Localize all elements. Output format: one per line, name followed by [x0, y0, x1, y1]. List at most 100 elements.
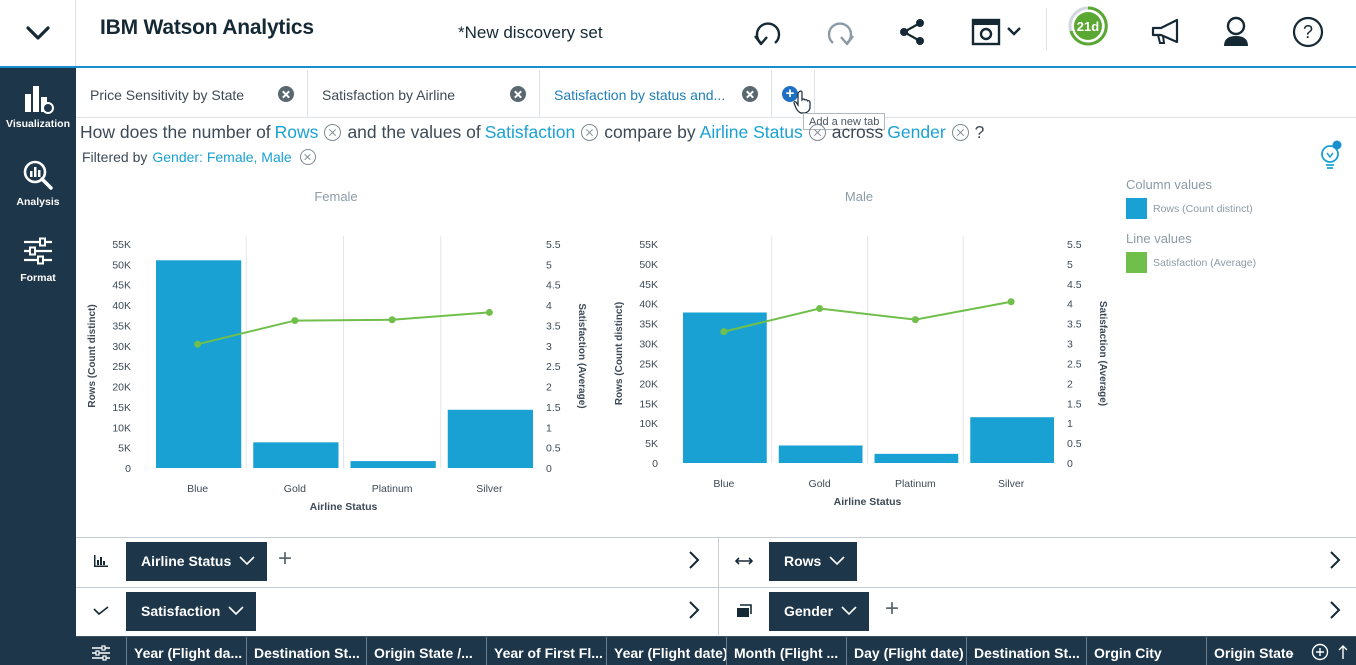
remove-filter-icon[interactable] — [299, 149, 316, 165]
collaborate-dropdown[interactable] — [964, 10, 1028, 54]
remove-airline-status-icon[interactable] — [808, 124, 826, 141]
line-point — [911, 316, 919, 324]
y2-tick-label: 2.5 — [1067, 358, 1082, 370]
data-column-item[interactable]: Origin State — [1206, 637, 1326, 665]
add-tab-button[interactable]: + — [773, 70, 815, 118]
y-tick-label: 35K — [639, 319, 658, 331]
chevron-down-icon — [228, 606, 244, 616]
rail-format[interactable]: Format — [0, 234, 76, 298]
filter-value[interactable]: Gender: Female, Male — [152, 149, 291, 165]
shelf-pill-satisfaction[interactable]: Satisfaction — [126, 592, 257, 631]
x-tick-label: Silver — [476, 483, 503, 495]
chart-bar — [350, 461, 436, 468]
y2-tick-label: 4.5 — [546, 280, 561, 292]
tab-price-sensitivity[interactable]: Price Sensitivity by State — [76, 70, 308, 118]
remove-satisfaction-icon[interactable] — [581, 124, 599, 141]
y2-tick-label: 4 — [1067, 299, 1073, 311]
line-point — [1007, 298, 1015, 306]
chart-bar — [970, 417, 1054, 463]
redo-button[interactable] — [818, 10, 862, 54]
shelf-pill-gender[interactable]: Gender — [769, 592, 870, 631]
data-column-item[interactable]: Destination St... — [966, 637, 1086, 665]
rail-visualization[interactable]: Visualization — [0, 82, 76, 146]
shelf-pill-airline-status[interactable]: Airline Status — [126, 542, 268, 581]
pill-label: Rows — [784, 553, 822, 569]
data-column-item[interactable]: Year (Flight date) — [606, 637, 726, 665]
y-tick-label: 35K — [112, 320, 131, 332]
help-button[interactable]: ? — [1286, 10, 1330, 54]
chevron-right-icon[interactable] — [1327, 549, 1343, 571]
question-text: compare by — [604, 122, 696, 142]
x-tick-label: Gold — [809, 478, 831, 490]
data-column-item[interactable]: Orgin City — [1086, 637, 1206, 665]
line-point — [194, 340, 202, 348]
shelf-pill-rows[interactable]: Rows — [769, 542, 858, 581]
question-mark: ? — [974, 122, 985, 142]
tab-close-icon[interactable] — [510, 86, 526, 102]
tab-label: Satisfaction by status and... — [554, 87, 726, 103]
tab-satisfaction-by-status[interactable]: Satisfaction by status and... — [540, 70, 772, 118]
x-tick-label: Silver — [998, 478, 1025, 490]
y-tick-label: 20K — [112, 382, 131, 394]
chevron-right-icon[interactable] — [686, 549, 702, 571]
question-keyword-satisfaction[interactable]: Satisfaction — [485, 122, 575, 143]
line-chart-icon — [92, 602, 110, 620]
data-column-item[interactable]: Day (Flight date) — [846, 637, 966, 665]
y-tick-label: 10K — [112, 422, 131, 434]
legend-bar-swatch — [1126, 198, 1147, 219]
undo-button[interactable] — [746, 10, 790, 54]
y-tick-label: 20K — [639, 378, 658, 390]
legend-column-item[interactable]: Rows (Count distinct) — [1126, 198, 1253, 219]
insights-button[interactable] — [1318, 140, 1344, 172]
scroll-up-icon[interactable] — [1338, 643, 1348, 661]
shelf-columns: Rows — [719, 537, 1356, 583]
tab-close-icon[interactable] — [278, 86, 294, 102]
question-keyword-airline-status[interactable]: Airline Status — [700, 122, 803, 143]
remove-rows-icon[interactable] — [324, 124, 342, 141]
y-tick-label: 15K — [639, 398, 658, 410]
y-tick-label: 45K — [112, 280, 131, 292]
discovery-set-title[interactable]: *New discovery set — [458, 23, 603, 43]
add-column-icon[interactable] — [1311, 643, 1329, 661]
legend-columns: Column values Rows (Count distinct) — [1126, 177, 1253, 219]
remove-gender-icon[interactable] — [951, 124, 969, 141]
add-field-button[interactable]: + — [278, 547, 292, 571]
visualization-icon — [18, 82, 58, 116]
hand-cursor-icon — [793, 90, 811, 114]
tab-bar: Price Sensitivity by State Satisfaction … — [76, 70, 1356, 118]
tab-close-icon[interactable] — [742, 86, 758, 102]
data-column-item[interactable]: Origin State /... — [366, 637, 486, 665]
share-button[interactable] — [890, 10, 934, 54]
question-text: How does the number of — [80, 122, 271, 142]
trial-days-badge[interactable]: 21d — [1068, 6, 1108, 46]
data-column-item[interactable]: Month (Flight ... — [726, 637, 846, 665]
redo-icon — [827, 22, 854, 46]
y2-axis-title: Satisfaction (Average) — [576, 303, 587, 408]
rail-visualization-label: Visualization — [6, 118, 70, 130]
announcements-button[interactable] — [1144, 10, 1188, 54]
y-tick-label: 0 — [125, 463, 131, 475]
tab-satisfaction-by-airline[interactable]: Satisfaction by Airline — [308, 70, 540, 118]
main-menu-button[interactable] — [0, 0, 76, 66]
question-keyword-gender[interactable]: Gender — [887, 122, 945, 143]
y2-tick-label: 2 — [546, 382, 552, 394]
question-keyword-rows[interactable]: Rows — [275, 122, 319, 143]
chevron-right-icon[interactable] — [686, 599, 702, 621]
chevron-right-icon[interactable] — [1327, 599, 1343, 621]
data-column-item[interactable]: Destination St... — [246, 637, 366, 665]
add-field-button[interactable]: + — [885, 597, 899, 621]
y-tick-label: 40K — [112, 300, 131, 312]
legend-line-item[interactable]: Satisfaction (Average) — [1126, 252, 1256, 273]
scroll-right-icon[interactable]: › — [1289, 645, 1294, 662]
x-axis-title: Airline Status — [310, 501, 378, 513]
legend-line-text: Satisfaction (Average) — [1153, 256, 1257, 269]
y-axis-title: Rows (Count distinct) — [87, 304, 98, 407]
user-profile-button[interactable] — [1214, 10, 1258, 54]
legend-line-swatch — [1126, 252, 1147, 273]
rail-analysis[interactable]: Analysis — [0, 158, 76, 222]
y-tick-label: 5K — [645, 438, 658, 450]
line-point — [485, 308, 493, 316]
column-settings-icon[interactable] — [90, 644, 112, 662]
data-column-item[interactable]: Year of First Fl... — [486, 637, 606, 665]
data-column-item[interactable]: Year (Flight da... — [126, 637, 246, 665]
